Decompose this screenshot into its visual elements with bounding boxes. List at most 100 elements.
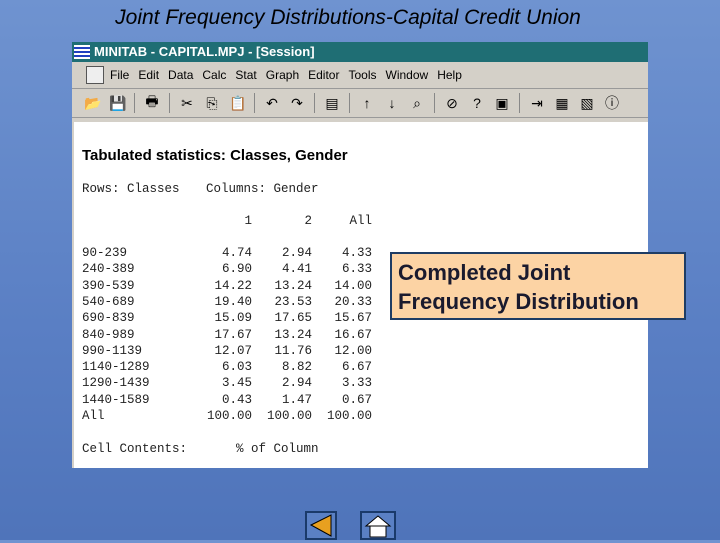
cell-value: 6.33 <box>341 262 372 277</box>
cell-value: 14.22 <box>214 278 252 293</box>
menu-window[interactable]: Window <box>386 68 429 82</box>
home-icon <box>364 515 392 538</box>
cell-value: 14.00 <box>334 278 372 293</box>
cell-value: 0.43 <box>221 392 252 407</box>
toolbar-separator <box>519 93 520 113</box>
window-title: MINITAB - CAPITAL.MPJ - [Session] <box>94 44 315 59</box>
cell-value: 3.33 <box>341 376 372 391</box>
menu-tools[interactable]: Tools <box>348 68 376 82</box>
rows-label: Rows: Classes <box>82 182 180 196</box>
session-icon[interactable]: ⇥ <box>529 95 545 112</box>
menu-graph[interactable]: Graph <box>266 68 299 82</box>
row-label: 990-1139 <box>82 343 143 358</box>
cell-value: 17.65 <box>274 311 312 326</box>
find-icon[interactable]: ⌕ <box>409 95 425 112</box>
cell-value: 6.67 <box>341 360 372 375</box>
column-header: 2 <box>304 214 312 228</box>
cell-value: 17.67 <box>214 327 252 342</box>
cell-value: 100.00 <box>206 409 252 423</box>
cell-value: 0.67 <box>341 392 372 407</box>
toolbar: 📂 💾 🖶 ✂ ⎘ 📋 ↶ ↷ ▤ ↑ ↓ ⌕ ⊘? ▣ ⇥ ▦ ▧ ⓘ <box>72 89 648 118</box>
session-heading: Tabulated statistics: Classes, Gender <box>82 147 348 164</box>
copy-icon[interactable]: ⎘ <box>204 95 220 112</box>
row-label: 540-689 <box>82 294 135 309</box>
cell-value: 8.82 <box>281 360 312 375</box>
cell-value: 6.03 <box>221 360 252 375</box>
cell-contents-value: % of Column <box>236 442 319 456</box>
toolbar-separator <box>314 93 315 113</box>
cell-value: 1.47 <box>281 392 312 407</box>
toolbar-separator <box>254 93 255 113</box>
save-icon[interactable]: 💾 <box>109 95 126 112</box>
menu-bar: File Edit Data Calc Stat Graph Editor Tools Wind… <box>72 62 648 89</box>
cell-value: 12.07 <box>214 343 252 358</box>
up-arrow-icon[interactable]: ↑ <box>359 95 375 111</box>
cell-value: 2.94 <box>281 246 312 260</box>
row-label: 1140-1289 <box>82 360 150 375</box>
minitab-logo-icon <box>74 45 90 59</box>
cell-value: 11.76 <box>274 343 312 358</box>
help-icon[interactable]: ? <box>469 95 485 111</box>
graph-icon[interactable]: ▧ <box>579 95 595 112</box>
slide-title: Joint Frequency Distributions-Capital Cr… <box>115 6 581 29</box>
row-label: 1440-1589 <box>82 392 150 407</box>
column-header: 1 <box>244 214 252 228</box>
cell-value: 12.00 <box>334 343 372 358</box>
open-icon[interactable]: 📂 <box>84 95 101 112</box>
home-button[interactable] <box>360 511 396 540</box>
cell-value: 100.00 <box>266 409 312 423</box>
menu-calc[interactable]: Calc <box>202 68 226 82</box>
session-app-icon[interactable] <box>86 66 104 84</box>
project-manager-icon[interactable]: ▣ <box>494 95 510 112</box>
toolbar-separator <box>134 93 135 113</box>
cell-value: 3.45 <box>221 376 252 391</box>
down-arrow-icon[interactable]: ↓ <box>384 95 400 111</box>
previous-slide-button[interactable] <box>305 511 337 540</box>
cell-value: 15.09 <box>214 311 252 326</box>
title-bar: MINITAB - CAPITAL.MPJ - [Session] <box>72 42 648 62</box>
menu-editor[interactable]: Editor <box>308 68 339 82</box>
column-header: All <box>349 214 372 228</box>
cell-value: 23.53 <box>274 294 312 309</box>
toolbar-separator <box>349 93 350 113</box>
callout-box: Completed Joint Frequency Distribution <box>390 252 686 320</box>
cell-value: 4.41 <box>281 262 312 277</box>
info-icon[interactable]: ⓘ <box>604 93 620 113</box>
data-icon[interactable]: ▦ <box>554 95 570 112</box>
menu-file[interactable]: File <box>110 68 129 82</box>
paste-icon[interactable]: 📋 <box>229 95 246 112</box>
row-label: 1290-1439 <box>82 376 150 391</box>
menu-edit[interactable]: Edit <box>138 68 159 82</box>
cols-label: Columns: Gender <box>206 182 319 196</box>
cell-value: 2.94 <box>281 376 312 391</box>
cell-value: 20.33 <box>334 294 372 309</box>
toolbar-separator <box>434 93 435 113</box>
cell-value: 4.33 <box>341 246 372 260</box>
callout-line2: Frequency Distribution <box>398 289 639 314</box>
cancel-icon[interactable]: ⊘ <box>444 95 460 112</box>
row-label: All <box>82 409 105 423</box>
worksheet-icon[interactable]: ▤ <box>324 95 340 112</box>
cell-value: 6.90 <box>221 262 252 277</box>
row-label: 840-989 <box>82 327 135 342</box>
cut-icon[interactable]: ✂ <box>179 95 195 112</box>
undo-icon[interactable]: ↶ <box>264 95 280 112</box>
cell-value: 13.24 <box>274 278 312 293</box>
cell-value: 16.67 <box>334 327 372 342</box>
redo-icon[interactable]: ↷ <box>289 95 305 112</box>
menu-help[interactable]: Help <box>437 68 462 82</box>
callout-line1: Completed Joint <box>398 260 571 285</box>
back-arrow-icon <box>309 514 332 537</box>
cell-value: 4.74 <box>221 246 252 260</box>
menu-data[interactable]: Data <box>168 68 193 82</box>
row-label: 690-839 <box>82 311 135 326</box>
cell-value: 15.67 <box>334 311 372 326</box>
cell-contents-label: Cell Contents: <box>82 442 188 456</box>
cell-value: 13.24 <box>274 327 312 342</box>
menu-stat[interactable]: Stat <box>235 68 256 82</box>
row-label: 240-389 <box>82 262 135 277</box>
cell-value: 100.00 <box>326 409 372 423</box>
row-label: 390-539 <box>82 278 135 293</box>
print-icon[interactable]: 🖶 <box>144 91 160 115</box>
cell-value: 19.40 <box>214 294 252 309</box>
